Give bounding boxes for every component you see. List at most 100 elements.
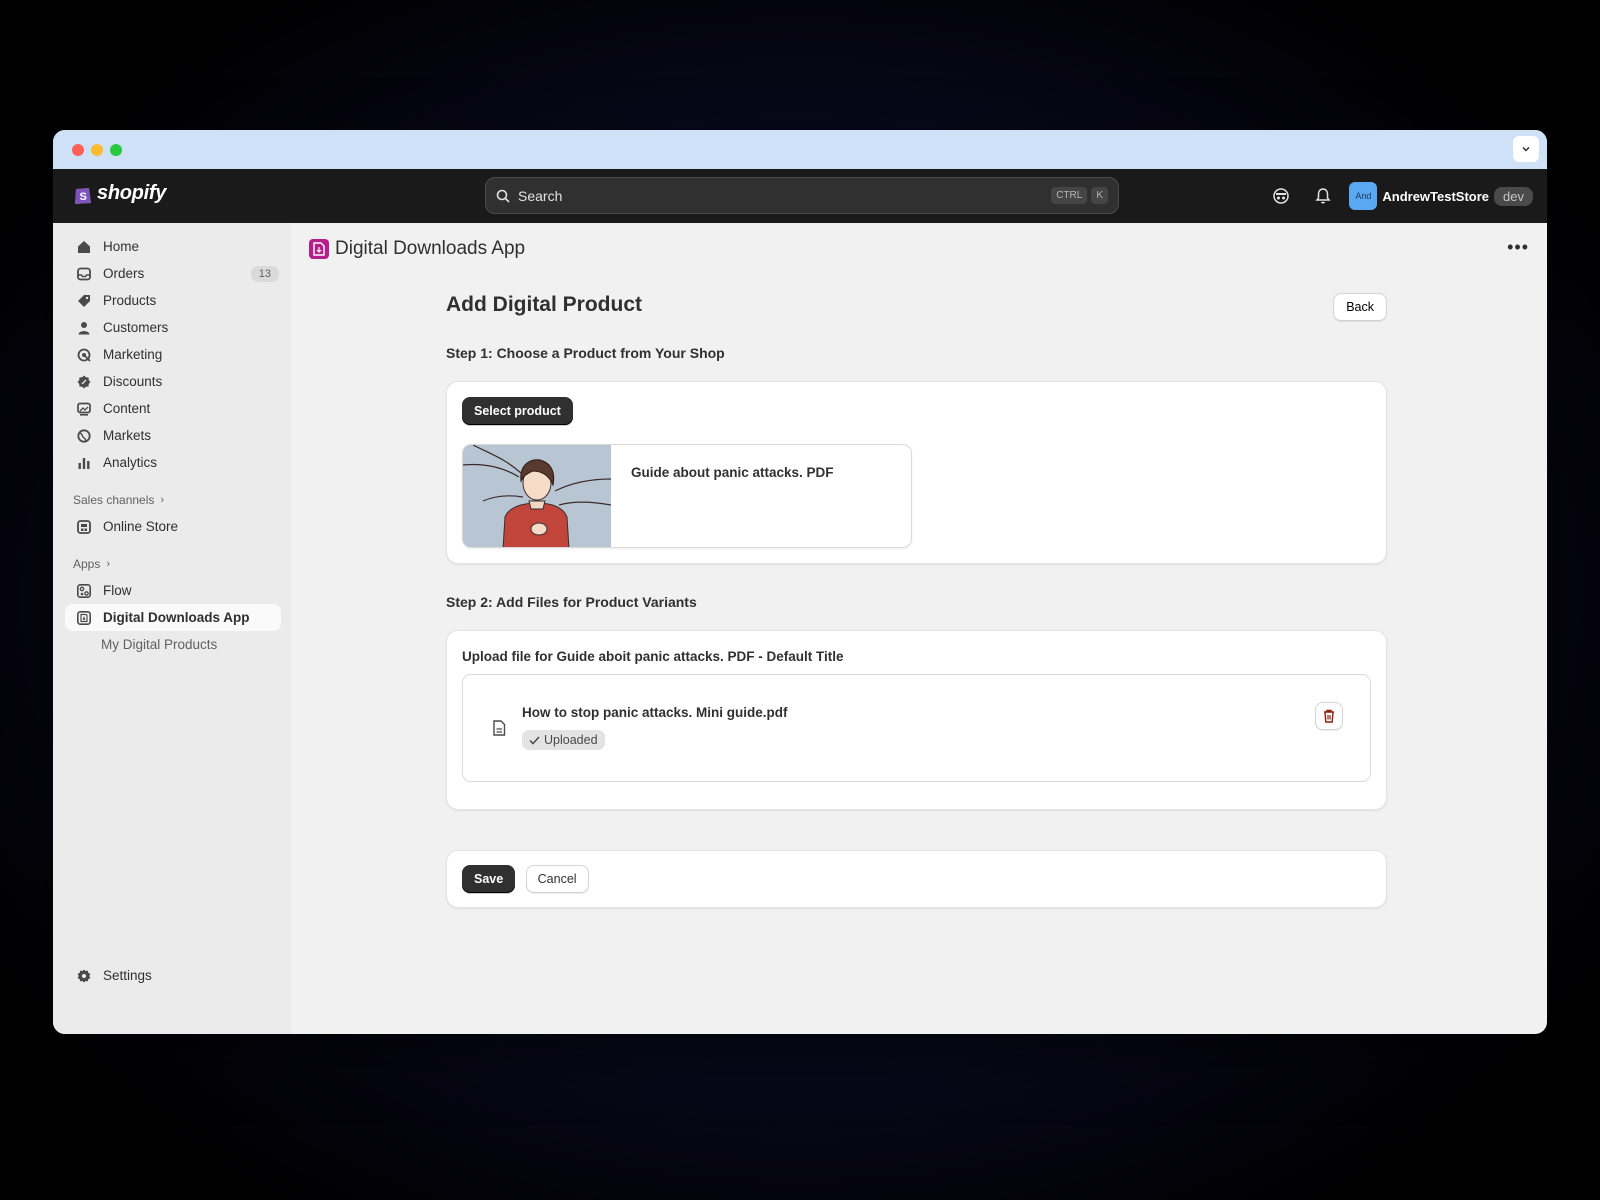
sidebar-item-home[interactable]: Home: [65, 233, 281, 260]
checkmark-icon: [529, 735, 540, 745]
sidebar-subitem-my-digital-products[interactable]: My Digital Products: [101, 631, 291, 658]
shopify-bag-icon: S: [75, 187, 91, 204]
form-actions-card: Save Cancel: [446, 850, 1387, 908]
step1-title: Step 1: Choose a Product from Your Shop: [446, 345, 725, 361]
sidebar-item-markets[interactable]: Markets: [65, 422, 281, 449]
discount-icon: [75, 373, 93, 391]
sidebar-item-digital-downloads-app[interactable]: Digital Downloads App: [65, 604, 281, 631]
product-thumbnail: [463, 445, 611, 547]
sidebar-item-label: Orders: [103, 266, 145, 281]
uploaded-file-row: How to stop panic attacks. Mini guide.pd…: [462, 674, 1371, 782]
sidebar-item-label: Analytics: [103, 455, 158, 470]
brand-name: shopify: [97, 182, 167, 204]
sidebar-subitem-label: My Digital Products: [101, 637, 218, 652]
target-icon: [75, 346, 93, 364]
browser-window: S shopify Search CTRL K And AndrewTestSt…: [53, 130, 1547, 1034]
bar-chart-icon: [75, 454, 93, 472]
store-name[interactable]: AndrewTestStore: [1382, 189, 1489, 204]
admin-body: Home Orders 13 Products Customers Market…: [53, 223, 1547, 1034]
sidebar-item-label: Flow: [103, 583, 132, 598]
sidebar-item-label: Customers: [103, 320, 169, 335]
apps-header[interactable]: Apps ›: [53, 550, 291, 577]
upload-label: Upload file for Guide aboit panic attack…: [462, 649, 844, 664]
sidebar-item-customers[interactable]: Customers: [65, 314, 281, 341]
sidebar-item-orders[interactable]: Orders 13: [65, 260, 281, 287]
maximize-window-button[interactable]: [110, 144, 122, 156]
page-content: Add Digital Product Back Step 1: Choose …: [446, 293, 1387, 908]
sidebar-item-label: Online Store: [103, 519, 179, 534]
home-icon: [75, 238, 93, 256]
sidebar-item-label: Home: [103, 239, 140, 254]
flow-icon: [75, 582, 93, 600]
admin-topbar: S shopify Search CTRL K And AndrewTestSt…: [53, 169, 1547, 223]
file-icon: [492, 720, 506, 741]
sidebar-item-label: Settings: [103, 968, 152, 983]
more-actions-icon[interactable]: •••: [1507, 237, 1529, 258]
incognito-icon[interactable]: [1265, 180, 1297, 212]
app-logo-icon: [309, 239, 329, 259]
dev-badge: dev: [1494, 186, 1533, 206]
step2-title: Step 2: Add Files for Product Variants: [446, 594, 697, 610]
sidebar-item-online-store[interactable]: Online Store: [65, 513, 281, 540]
search-input[interactable]: Search: [518, 188, 1047, 204]
close-window-button[interactable]: [72, 144, 84, 156]
sidebar: Home Orders 13 Products Customers Market…: [53, 223, 291, 1034]
inbox-icon: [75, 265, 93, 283]
search-icon: [496, 189, 510, 203]
sidebar-item-label: Products: [103, 293, 157, 308]
back-button[interactable]: Back: [1333, 293, 1387, 321]
cancel-button[interactable]: Cancel: [525, 865, 589, 893]
file-name: How to stop panic attacks. Mini guide.pd…: [522, 705, 788, 720]
bell-icon[interactable]: [1307, 180, 1339, 212]
main-content: Digital Downloads App ••• Add Digital Pr…: [291, 223, 1547, 1034]
selected-product-name: Guide about panic attacks. PDF: [631, 465, 834, 480]
person-icon: [75, 319, 93, 337]
minimize-window-button[interactable]: [91, 144, 103, 156]
app-header: Digital Downloads App: [309, 238, 525, 260]
sales-channels-header[interactable]: Sales channels ›: [53, 486, 291, 513]
search-bar[interactable]: Search CTRL K: [485, 177, 1119, 214]
sidebar-item-label: Digital Downloads App: [103, 610, 250, 625]
shopify-logo[interactable]: S shopify: [73, 182, 166, 205]
gear-icon: [75, 967, 93, 985]
download-app-icon: [75, 609, 93, 627]
select-product-button[interactable]: Select product: [462, 397, 573, 425]
status-text: Uploaded: [544, 733, 598, 747]
app-title: Digital Downloads App: [335, 238, 526, 259]
topbar-actions: And AndrewTestStore dev: [1265, 180, 1533, 212]
sidebar-item-label: Marketing: [103, 347, 163, 362]
product-selection-card: Select product Guide about panic attacks…: [446, 381, 1387, 564]
globe-icon: [75, 427, 93, 445]
chevron-right-icon: ›: [106, 557, 111, 570]
store-icon: [75, 518, 93, 536]
variant-files-card: Upload file for Guide aboit panic attack…: [446, 630, 1387, 810]
chevron-down-icon[interactable]: [1513, 136, 1539, 162]
avatar[interactable]: And: [1349, 182, 1378, 210]
delete-file-button[interactable]: [1315, 702, 1343, 730]
tag-icon: [75, 292, 93, 310]
chevron-right-icon: ›: [160, 493, 165, 506]
sidebar-item-content[interactable]: Content: [65, 395, 281, 422]
save-button[interactable]: Save: [462, 865, 516, 893]
sales-channels-label: Sales channels: [73, 492, 155, 507]
image-icon: [75, 400, 93, 418]
shortcut-ctrl: CTRL: [1051, 187, 1088, 204]
orders-count-badge: 13: [250, 265, 279, 282]
shortcut-k: K: [1091, 187, 1108, 204]
sidebar-item-discounts[interactable]: Discounts: [65, 368, 281, 395]
sidebar-item-label: Discounts: [103, 374, 163, 389]
page-title: Add Digital Product: [446, 293, 642, 316]
sidebar-item-settings[interactable]: Settings: [65, 962, 281, 989]
sidebar-item-marketing[interactable]: Marketing: [65, 341, 281, 368]
selected-product-tile[interactable]: Guide about panic attacks. PDF: [462, 444, 912, 548]
sidebar-item-label: Content: [103, 401, 151, 416]
sidebar-item-label: Markets: [103, 428, 152, 443]
sidebar-item-products[interactable]: Products: [65, 287, 281, 314]
apps-label: Apps: [73, 556, 101, 571]
sidebar-item-flow[interactable]: Flow: [65, 577, 281, 604]
window-titlebar: [53, 130, 1547, 169]
trash-icon: [1324, 709, 1334, 723]
sidebar-item-analytics[interactable]: Analytics: [65, 449, 281, 476]
svg-text:S: S: [80, 191, 87, 203]
status-badge: Uploaded: [522, 730, 605, 750]
